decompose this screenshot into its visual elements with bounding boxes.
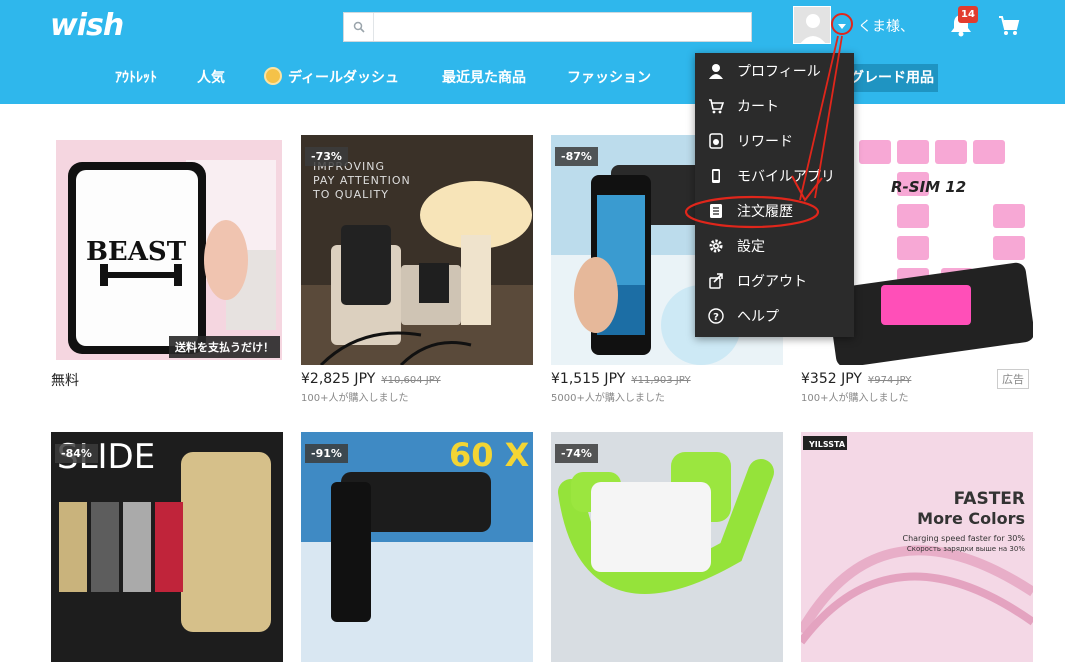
product-card[interactable]: YILSSTA FASTER More Colors Charging spee… <box>801 432 1033 662</box>
price-row: ¥352 JPY ¥974 JPY 広告 <box>801 369 1033 389</box>
discount-badge: -84% <box>55 444 98 463</box>
menu-item-label: カート <box>737 98 779 115</box>
discount-badge: -73% <box>305 147 348 166</box>
account-dropdown-toggle[interactable] <box>831 13 853 35</box>
product-overlay-text: BEAST <box>86 237 187 267</box>
nav-fashion[interactable]: ファッション <box>567 64 651 92</box>
gear-icon <box>707 237 725 255</box>
price-row: 無料 <box>51 370 283 390</box>
rewards-icon <box>707 132 725 150</box>
menu-item-label: モバイルアプリ <box>737 168 835 185</box>
menu-item-help[interactable]: ? ヘルプ <box>695 298 854 333</box>
ad-tag: 広告 <box>997 369 1029 389</box>
product-image[interactable]: -74% <box>551 432 783 662</box>
notification-badge: 14 <box>958 6 978 23</box>
menu-item-label: ヘルプ <box>737 308 779 325</box>
svg-text:PAY ATTENTION: PAY ATTENTION <box>313 174 411 187</box>
order-history-icon <box>707 202 725 220</box>
nav-deal-dash[interactable]: ディールダッシュ <box>264 64 399 92</box>
menu-item-mobile-app[interactable]: モバイルアプリ <box>695 158 854 193</box>
menu-item-label: ログアウト <box>737 273 807 290</box>
menu-item-cart[interactable]: カート <box>695 88 854 123</box>
wish-logo[interactable]: wish <box>50 8 124 43</box>
price: ¥352 JPY <box>801 371 862 387</box>
avatar[interactable] <box>793 6 831 44</box>
help-icon: ? <box>707 307 725 325</box>
nav-deal-dash-label: ディールダッシュ <box>288 70 400 86</box>
product-card[interactable]: IMPROVING PAY ATTENTION TO QUALITY -73% … <box>301 135 533 404</box>
deal-dash-icon <box>264 67 282 85</box>
header: wish くま様、 14 ｱｳﾄﾚｯﾄ 人気 ディールダッシュ 最近見た商品 フ… <box>0 0 1065 104</box>
product-image[interactable]: 60 X -91% <box>301 432 533 662</box>
discount-badge: -91% <box>305 444 348 463</box>
cart-icon[interactable] <box>997 14 1021 38</box>
nav-popular[interactable]: 人気 <box>197 64 225 92</box>
svg-text:More Colors: More Colors <box>917 509 1025 528</box>
menu-item-logout[interactable]: ログアウト <box>695 263 854 298</box>
product-image[interactable]: IMPROVING PAY ATTENTION TO QUALITY -73% <box>301 135 533 365</box>
sold-count: 100+人が購入しました <box>301 393 409 404</box>
nav-upgrade[interactable]: グレード用品 <box>846 64 938 92</box>
chevron-down-icon <box>837 15 847 34</box>
product-card[interactable]: 60 X -91% <box>301 432 533 662</box>
username[interactable]: くま様、 <box>858 16 914 36</box>
original-price: ¥11,903 JPY <box>631 375 691 386</box>
original-price: ¥10,604 JPY <box>381 375 441 386</box>
sold-count: 100+人が購入しました <box>801 393 909 404</box>
price: ¥2,825 JPY <box>301 371 376 387</box>
original-price: ¥974 JPY <box>867 375 912 386</box>
phone-icon <box>707 167 725 185</box>
logout-icon <box>707 272 725 290</box>
product-overlay-text: R-SIM 12 <box>891 178 966 196</box>
menu-item-label: 設定 <box>737 238 765 255</box>
price: ¥1,515 JPY <box>551 371 626 387</box>
account-menu: プロフィール カート リワード モバイルアプリ 注文履歴 設定 ログアウト ? … <box>695 53 854 337</box>
discount-badge: -74% <box>555 444 598 463</box>
product-overlay-text: 60 X <box>449 436 530 474</box>
price-row: ¥2,825 JPY ¥10,604 JPY <box>301 371 533 387</box>
shipping-only-badge: 送料を支払うだけ！ <box>169 336 280 358</box>
product-image[interactable]: SLIDE -84% <box>51 432 283 662</box>
menu-item-label: リワード <box>737 133 793 150</box>
price-row: ¥1,515 JPY ¥11,903 JPY <box>551 371 783 387</box>
menu-item-order-history[interactable]: 注文履歴 <box>695 193 854 228</box>
menu-item-rewards[interactable]: リワード <box>695 123 854 158</box>
product-image[interactable]: BEAST 送料を支払うだけ！ <box>56 140 282 360</box>
nav-outlet[interactable]: ｱｳﾄﾚｯﾄ <box>115 64 157 92</box>
person-icon <box>707 62 725 80</box>
menu-item-settings[interactable]: 設定 <box>695 228 854 263</box>
caption: Charging speed faster for 30% <box>902 534 1025 543</box>
discount-badge: -87% <box>555 147 598 166</box>
nav-recently-viewed[interactable]: 最近見た商品 <box>442 64 526 92</box>
sold-count: 5000+人が購入しました <box>551 393 665 404</box>
search-input[interactable] <box>375 13 750 41</box>
svg-text:?: ? <box>713 312 719 323</box>
product-card[interactable]: BEAST 送料を支払うだけ！ 無料 <box>51 140 283 390</box>
menu-item-label: 注文履歴 <box>737 203 793 220</box>
main-nav: ｱｳﾄﾚｯﾄ 人気 ディールダッシュ 最近見た商品 ファッション グレード用品 <box>0 64 1065 92</box>
product-card[interactable]: -74% <box>551 432 783 662</box>
search-bar[interactable] <box>343 12 752 42</box>
product-card[interactable]: SLIDE -84% <box>51 432 283 662</box>
cart-icon <box>707 97 725 115</box>
search-icon[interactable] <box>344 13 374 41</box>
price: 無料 <box>51 373 79 389</box>
svg-text:TO QUALITY: TO QUALITY <box>312 188 389 201</box>
menu-item-label: プロフィール <box>737 63 821 80</box>
product-image[interactable]: YILSSTA FASTER More Colors Charging spee… <box>801 432 1033 662</box>
menu-item-profile[interactable]: プロフィール <box>695 53 854 88</box>
product-overlay-text: FASTER <box>954 489 1025 509</box>
brand-label: YILSSTA <box>808 440 846 449</box>
caption-ru: Скорость зарядки выше на 30% <box>907 545 1025 553</box>
